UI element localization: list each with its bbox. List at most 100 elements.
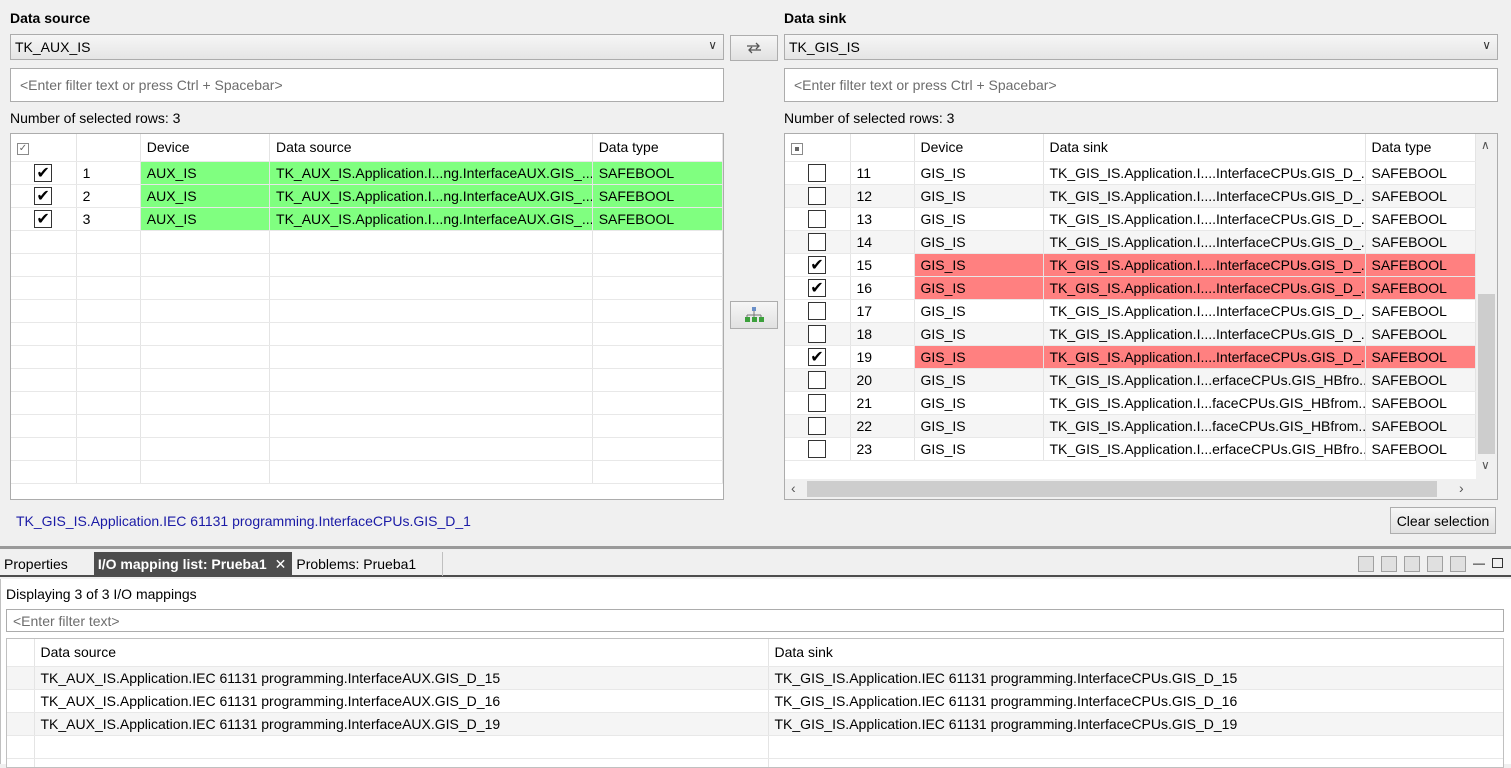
row-checkbox[interactable]: [34, 163, 53, 183]
tab-label: Properties: [4, 556, 68, 572]
row-checkbox[interactable]: [34, 186, 53, 206]
horizontal-scroll-thumb[interactable]: [807, 481, 1437, 497]
row-checkbox[interactable]: [808, 347, 827, 367]
row-checkbox-cell[interactable]: [785, 299, 851, 323]
sink-row[interactable]: 13 GIS_IS TK_GIS_IS.Application.I....Inter…: [785, 207, 1476, 231]
sink-row[interactable]: 17 GIS_IS TK_GIS_IS.Application.I....Inter…: [785, 299, 1476, 323]
data-sink-column-header[interactable]: Data sink: [1043, 134, 1366, 162]
data-source-column-header[interactable]: Data source: [269, 134, 593, 162]
mapping-filter-input[interactable]: <Enter filter text>: [6, 609, 1504, 632]
row-checkbox-cell[interactable]: [11, 184, 77, 208]
vertical-scrollbar[interactable]: ∧ ∨: [1476, 134, 1497, 479]
tab-2[interactable]: Problems: Prueba1: [292, 552, 444, 576]
delete-icon[interactable]: [1450, 556, 1466, 572]
map-selected-button[interactable]: [730, 301, 778, 329]
row-checkbox[interactable]: [808, 255, 827, 275]
row-checkbox-cell[interactable]: [785, 207, 851, 231]
row-checkbox[interactable]: [808, 439, 827, 458]
row-checkbox-cell[interactable]: [785, 437, 851, 461]
row-checkbox-cell[interactable]: [785, 184, 851, 208]
source-row[interactable]: 2AUX_ISTK_AUX_IS.Application.I...ng.Inte…: [11, 184, 723, 208]
data-type-column-header[interactable]: Data type: [592, 134, 723, 162]
row-checkbox-cell[interactable]: [785, 368, 851, 392]
horizontal-scrollbar[interactable]: ‹ ›: [785, 479, 1497, 499]
row-checkbox-cell[interactable]: [785, 414, 851, 438]
source-row[interactable]: 3AUX_ISTK_AUX_IS.Application.I...ng.Inte…: [11, 207, 723, 231]
export-icon[interactable]: [1358, 556, 1374, 572]
row-checkbox-cell[interactable]: [785, 161, 851, 185]
sink-row[interactable]: 15GIS_ISTK_GIS_IS.Application.I....Inter…: [785, 253, 1476, 277]
row-checkbox[interactable]: [808, 393, 827, 412]
scroll-down-icon[interactable]: ∨: [1481, 458, 1490, 472]
mapping-sink-column-header[interactable]: Data sink: [768, 639, 1503, 667]
source-row[interactable]: 1AUX_ISTK_AUX_IS.Application.I...ng.Inte…: [11, 161, 723, 185]
scroll-right-icon[interactable]: ›: [1459, 480, 1464, 496]
vertical-scroll-thumb[interactable]: [1478, 294, 1495, 454]
minimize-icon[interactable]: —: [1473, 556, 1485, 572]
scroll-left-icon[interactable]: ‹: [791, 480, 796, 496]
mapping-row[interactable]: TK_AUX_IS.Application.IEC 61131 programm…: [7, 712, 1503, 736]
row-checkbox[interactable]: [808, 370, 827, 389]
tab-0[interactable]: Properties: [0, 552, 94, 576]
row-checkbox[interactable]: [808, 324, 827, 343]
row-number: 22: [850, 414, 915, 438]
row-checkbox[interactable]: [808, 301, 827, 320]
clear-selection-button[interactable]: Clear selection: [1390, 507, 1496, 534]
data-type-cell: SAFEBOOL: [592, 161, 723, 185]
select-all-header[interactable]: ✓: [11, 134, 77, 162]
row-checkbox[interactable]: [808, 186, 827, 205]
copy-icon[interactable]: [1404, 556, 1420, 572]
row-checkbox[interactable]: [808, 278, 827, 298]
close-icon[interactable]: ✕: [275, 556, 287, 572]
sink-row[interactable]: 20 GIS_IS TK_GIS_IS.Application.I...erface…: [785, 368, 1476, 392]
row-checkbox[interactable]: [808, 416, 827, 435]
row-checkbox-cell[interactable]: [785, 322, 851, 346]
device-column-header[interactable]: Device: [914, 134, 1044, 162]
data-source-grid[interactable]: ✓ Device Data source Data type 1AUX_ISTK…: [10, 133, 724, 500]
row-checkbox-cell[interactable]: [785, 276, 851, 300]
row-checkbox[interactable]: [808, 209, 827, 228]
scroll-up-icon[interactable]: ∧: [1481, 138, 1490, 152]
row-checkbox-cell[interactable]: [785, 391, 851, 415]
select-all-checkbox[interactable]: ✓: [17, 142, 29, 155]
device-cell: AUX_IS: [140, 161, 271, 185]
empty-cell: [11, 391, 77, 415]
partial-select-checkbox[interactable]: [791, 142, 803, 155]
data-type-column-header[interactable]: Data type: [1365, 134, 1476, 162]
sink-row[interactable]: 21 GIS_IS TK_GIS_IS.Application.I...faceCP…: [785, 391, 1476, 415]
mapping-row[interactable]: TK_AUX_IS.Application.IEC 61131 programm…: [7, 689, 1503, 713]
row-checkbox-cell[interactable]: [785, 345, 851, 369]
data-sink-grid[interactable]: Device Data sink Data type 11 GIS_IS TK_GI…: [784, 133, 1498, 500]
import-icon[interactable]: [1381, 556, 1397, 572]
data-source-filter-input[interactable]: <Enter filter text or press Ctrl + Space…: [10, 68, 724, 102]
row-checkbox[interactable]: [808, 232, 827, 251]
tab-1[interactable]: I/O mapping list: Prueba1 ✕: [93, 552, 293, 576]
data-sink-filter-input[interactable]: <Enter filter text or press Ctrl + Space…: [784, 68, 1498, 102]
select-all-header[interactable]: [785, 134, 851, 162]
mapping-source-column-header[interactable]: Data source: [34, 639, 769, 667]
row-checkbox[interactable]: [808, 163, 827, 182]
row-checkbox-cell[interactable]: [11, 161, 77, 185]
data-source-combo[interactable]: TK_AUX_IS ∨: [10, 34, 724, 60]
row-checkbox[interactable]: [34, 209, 53, 229]
sink-row[interactable]: 18 GIS_IS TK_GIS_IS.Application.I....Inter…: [785, 322, 1476, 346]
sink-row[interactable]: 12 GIS_IS TK_GIS_IS.Application.I....Inter…: [785, 184, 1476, 208]
device-column-header[interactable]: Device: [140, 134, 271, 162]
data-sink-combo[interactable]: TK_GIS_IS ∨: [784, 34, 1498, 60]
paste-icon[interactable]: [1427, 556, 1443, 572]
mapping-source-cell: TK_AUX_IS.Application.IEC 61131 programm…: [34, 712, 769, 736]
splitter[interactable]: [0, 546, 1511, 549]
sink-row[interactable]: 16GIS_ISTK_GIS_IS.Application.I....Inter…: [785, 276, 1476, 300]
mapping-grid[interactable]: Data source Data sink TK_AUX_IS.Applicat…: [6, 638, 1504, 768]
sink-row[interactable]: 19GIS_ISTK_GIS_IS.Application.I....Inter…: [785, 345, 1476, 369]
row-checkbox-cell[interactable]: [785, 253, 851, 277]
row-checkbox-cell[interactable]: [785, 230, 851, 254]
sink-row[interactable]: 11 GIS_IS TK_GIS_IS.Application.I....Inter…: [785, 161, 1476, 185]
sink-row[interactable]: 23 GIS_IS TK_GIS_IS.Application.I...erface…: [785, 437, 1476, 461]
maximize-icon[interactable]: [1492, 558, 1503, 568]
sink-row[interactable]: 22 GIS_IS TK_GIS_IS.Application.I...faceCP…: [785, 414, 1476, 438]
mapping-row[interactable]: TK_AUX_IS.Application.IEC 61131 programm…: [7, 666, 1503, 690]
row-checkbox-cell[interactable]: [11, 207, 77, 231]
swap-button[interactable]: [730, 35, 778, 61]
sink-row[interactable]: 14 GIS_IS TK_GIS_IS.Application.I....Inter…: [785, 230, 1476, 254]
